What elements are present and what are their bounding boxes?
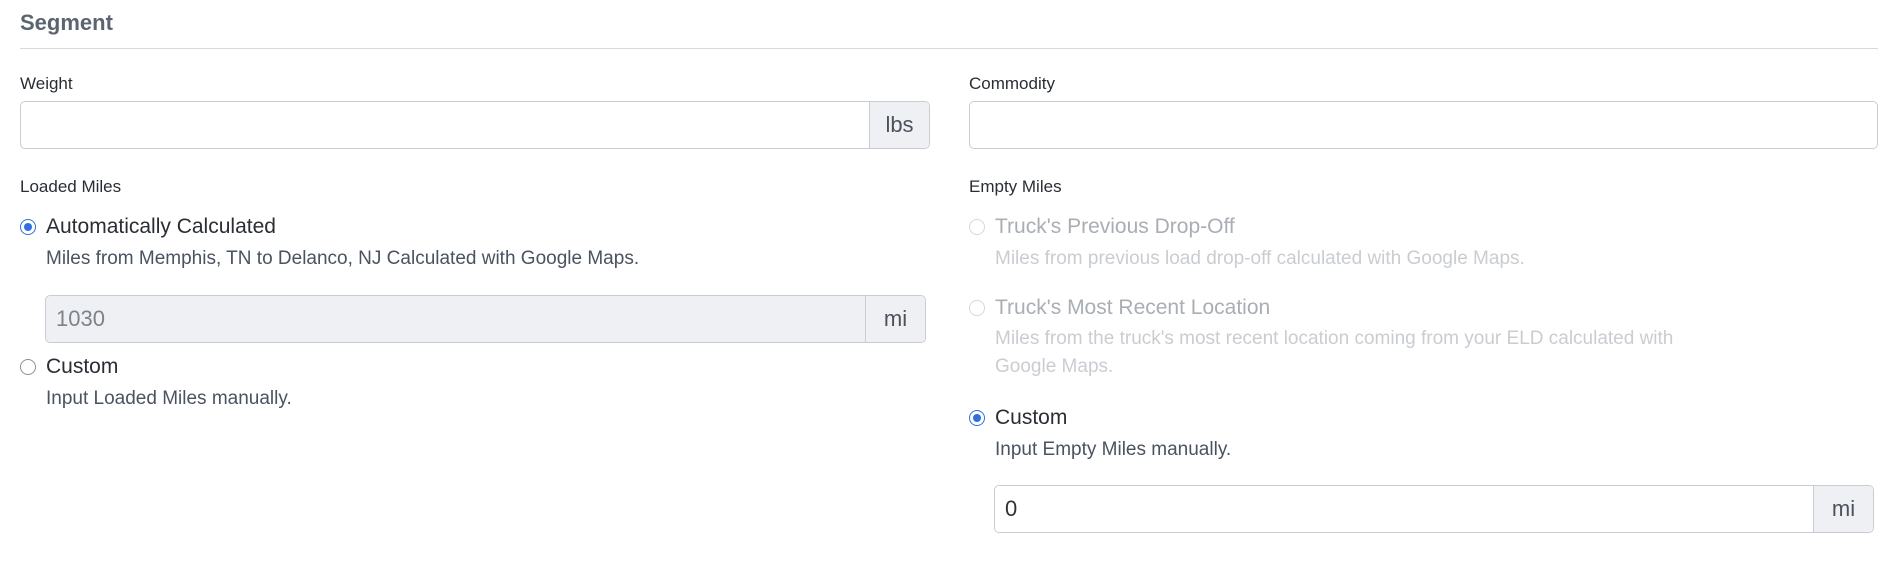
loaded-miles-auto-label: Automatically Calculated [46, 215, 276, 238]
weight-label: Weight [20, 74, 73, 93]
commodity-input-group [969, 101, 1878, 149]
section-title: Segment [20, 10, 113, 35]
empty-miles-recent-location-option: Truck's Most Recent Location [969, 296, 1270, 320]
empty-miles-custom-label: Custom [995, 406, 1068, 429]
loaded-miles-calculated-input [46, 296, 865, 342]
loaded-miles-custom-option[interactable]: Custom [20, 355, 118, 379]
weight-input-group: lbs [20, 101, 930, 149]
empty-miles-custom-input[interactable] [995, 486, 1813, 532]
empty-miles-dropoff-option: Truck's Previous Drop-Off [969, 215, 1235, 239]
empty-miles-custom-help: Input Empty Miles manually. [995, 439, 1232, 460]
weight-input[interactable] [21, 102, 869, 148]
commodity-input[interactable] [970, 102, 1877, 148]
empty-miles-unit: mi [1813, 486, 1873, 532]
loaded-miles-auto-option[interactable]: Automatically Calculated [20, 215, 276, 239]
empty-miles-dropoff-label: Truck's Previous Drop-Off [995, 215, 1235, 238]
section-divider [20, 48, 1878, 49]
empty-miles-custom-radio[interactable] [969, 410, 985, 426]
loaded-miles-auto-help: Miles from Memphis, TN to Delanco, NJ Ca… [46, 248, 640, 269]
commodity-label: Commodity [969, 74, 1055, 93]
empty-miles-custom-group: mi [994, 485, 1874, 533]
loaded-miles-unit: mi [865, 296, 925, 342]
empty-miles-recent-location-radio [969, 300, 985, 316]
empty-miles-dropoff-radio [969, 219, 985, 235]
loaded-miles-label: Loaded Miles [20, 177, 122, 196]
loaded-miles-custom-label: Custom [46, 355, 119, 378]
empty-miles-custom-option[interactable]: Custom [969, 406, 1067, 430]
weight-unit: lbs [869, 102, 929, 148]
loaded-miles-auto-radio[interactable] [20, 219, 36, 235]
empty-miles-recent-location-label: Truck's Most Recent Location [995, 296, 1271, 319]
loaded-miles-calculated-group: mi [45, 295, 926, 343]
empty-miles-recent-location-help: Miles from the truck's most recent locat… [995, 328, 1674, 377]
loaded-miles-custom-radio[interactable] [20, 359, 36, 375]
loaded-miles-custom-help: Input Loaded Miles manually. [46, 388, 292, 409]
empty-miles-dropoff-help: Miles from previous load drop-off calcul… [995, 248, 1525, 269]
empty-miles-label: Empty Miles [969, 177, 1062, 196]
